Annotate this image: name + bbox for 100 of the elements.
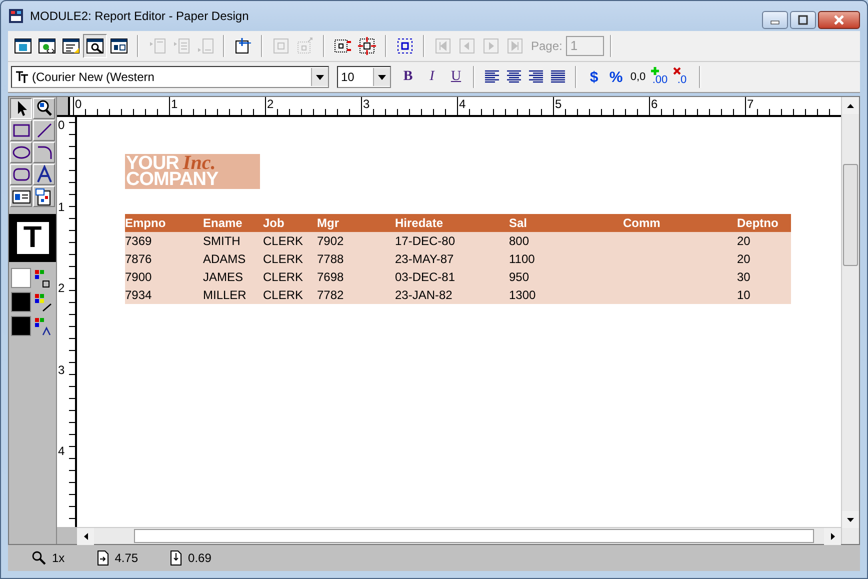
font-dropdown[interactable]: (Courier New (Western <box>11 66 329 88</box>
view-button[interactable] <box>83 34 107 58</box>
ruler-number: 1 <box>169 97 265 115</box>
size-dropdown[interactable]: 10 <box>337 66 391 88</box>
table-cell: 20 <box>737 250 791 268</box>
caret-up-icon <box>847 104 854 108</box>
font-name: (Courier New (Western <box>31 70 156 84</box>
logo-text: Inc. <box>182 155 216 171</box>
vertical-scrollbar[interactable] <box>841 97 859 544</box>
magnifier-icon <box>34 99 54 118</box>
table-cell: 1100 <box>509 250 623 268</box>
table-cell: JAMES <box>203 268 263 286</box>
fill-color-icon[interactable] <box>33 268 52 288</box>
ruler-number: 0 <box>57 119 66 134</box>
toolbar-button[interactable] <box>355 34 379 58</box>
table-cell: 7900 <box>125 268 203 286</box>
table-cell: ADAMS <box>203 250 263 268</box>
first-page-icon <box>434 37 452 55</box>
ruler-number: 2 <box>265 97 361 115</box>
font-size: 10 <box>340 70 356 84</box>
layout-icon <box>62 37 80 55</box>
ruler-number: 4 <box>457 97 553 115</box>
column-header: Job <box>263 214 317 232</box>
add-decimal-button[interactable]: .00 <box>649 66 671 88</box>
magnifier-icon <box>32 551 46 565</box>
underline-button[interactable]: U <box>445 66 467 88</box>
table-cell: 23-MAY-87 <box>395 250 509 268</box>
text-mode-indicator: T <box>16 222 48 254</box>
dropdown-button[interactable] <box>311 68 328 86</box>
table-cell: 03-DEC-81 <box>395 268 509 286</box>
column-header: Comm <box>623 214 737 232</box>
currency-button[interactable]: $ <box>583 66 605 88</box>
column-header: Empno <box>125 214 203 232</box>
align-center-icon <box>506 69 522 85</box>
column-header: Mgr <box>317 214 395 232</box>
italic-button[interactable]: I <box>421 66 443 88</box>
scrollbar-thumb[interactable] <box>843 164 858 266</box>
table-cell: 7934 <box>125 286 203 304</box>
maximize-icon <box>797 15 809 25</box>
caret-left-icon <box>84 533 88 540</box>
ruler-number: 2 <box>57 282 66 298</box>
line-color-icon[interactable] <box>33 292 52 312</box>
header-section-icon <box>148 37 166 55</box>
maximize-button[interactable] <box>790 11 816 29</box>
page-width-icon <box>96 550 109 566</box>
table-cell: MILLER <box>203 286 263 304</box>
caret-icon <box>378 74 386 80</box>
ruler-number: 6 <box>649 97 745 115</box>
color-swatch[interactable] <box>11 316 31 336</box>
table-cell: 1300 <box>509 286 623 304</box>
color-swatch[interactable] <box>11 268 31 288</box>
table-cell: CLERK <box>263 232 317 250</box>
table-cell: 950 <box>509 268 623 286</box>
minimize-button[interactable] <box>762 11 788 29</box>
table-cell: 23-JAN-82 <box>395 286 509 304</box>
table-cell: 30 <box>737 268 791 286</box>
ruler-number: 3 <box>57 364 66 379</box>
scrollbar-thumb[interactable] <box>134 529 814 543</box>
commas-button[interactable]: 0,0 <box>627 66 649 88</box>
caret-right-icon <box>830 533 834 540</box>
bold-button[interactable]: B <box>397 66 419 88</box>
main-section-icon <box>172 37 190 55</box>
logo-text: COMPANY <box>126 172 220 188</box>
previous-page-icon <box>458 37 476 55</box>
trailer-section-icon <box>196 37 214 55</box>
frame-icon <box>272 37 290 55</box>
table-cell: 17-DEC-80 <box>395 232 509 250</box>
ruler-number: 1 <box>57 200 66 216</box>
scroll-down-button[interactable] <box>842 511 859 528</box>
caret-icon <box>316 74 324 80</box>
window-title: MODULE2: Report Editor - Paper Design <box>30 9 250 23</box>
palette-tool[interactable] <box>10 98 32 119</box>
dropdown-button[interactable] <box>373 68 390 86</box>
percent-button[interactable]: % <box>605 66 627 88</box>
scroll-up-button[interactable] <box>842 97 859 114</box>
table-cell: 10 <box>737 286 791 304</box>
next-page-icon <box>482 37 500 55</box>
align-objects-icon <box>396 37 414 55</box>
scroll-left-button[interactable] <box>77 528 94 545</box>
document-chart-icon <box>34 187 54 206</box>
magnifier-page-icon <box>86 37 104 55</box>
horizontal-scrollbar[interactable] <box>77 527 841 544</box>
ruler-number: 5 <box>553 97 649 115</box>
text-color-icon[interactable] <box>33 316 52 336</box>
cross-icon <box>673 67 681 75</box>
parameter-form-icon <box>110 37 128 55</box>
close-button[interactable] <box>818 11 860 29</box>
page-label: Page: <box>531 39 562 53</box>
web-source-icon <box>38 37 56 55</box>
table-cell: CLERK <box>263 250 317 268</box>
remove-decimal-button[interactable]: .0 <box>671 66 693 88</box>
column-header: Deptno <box>737 214 791 232</box>
table-cell: 20 <box>737 232 791 250</box>
scroll-right-button[interactable] <box>824 528 841 545</box>
table-cell: CLERK <box>263 268 317 286</box>
line-icon <box>34 121 54 140</box>
table-cell: 7902 <box>317 232 395 250</box>
table-cell: 7698 <box>317 268 395 286</box>
color-swatch[interactable] <box>11 292 31 312</box>
column-header: Ename <box>203 214 263 232</box>
